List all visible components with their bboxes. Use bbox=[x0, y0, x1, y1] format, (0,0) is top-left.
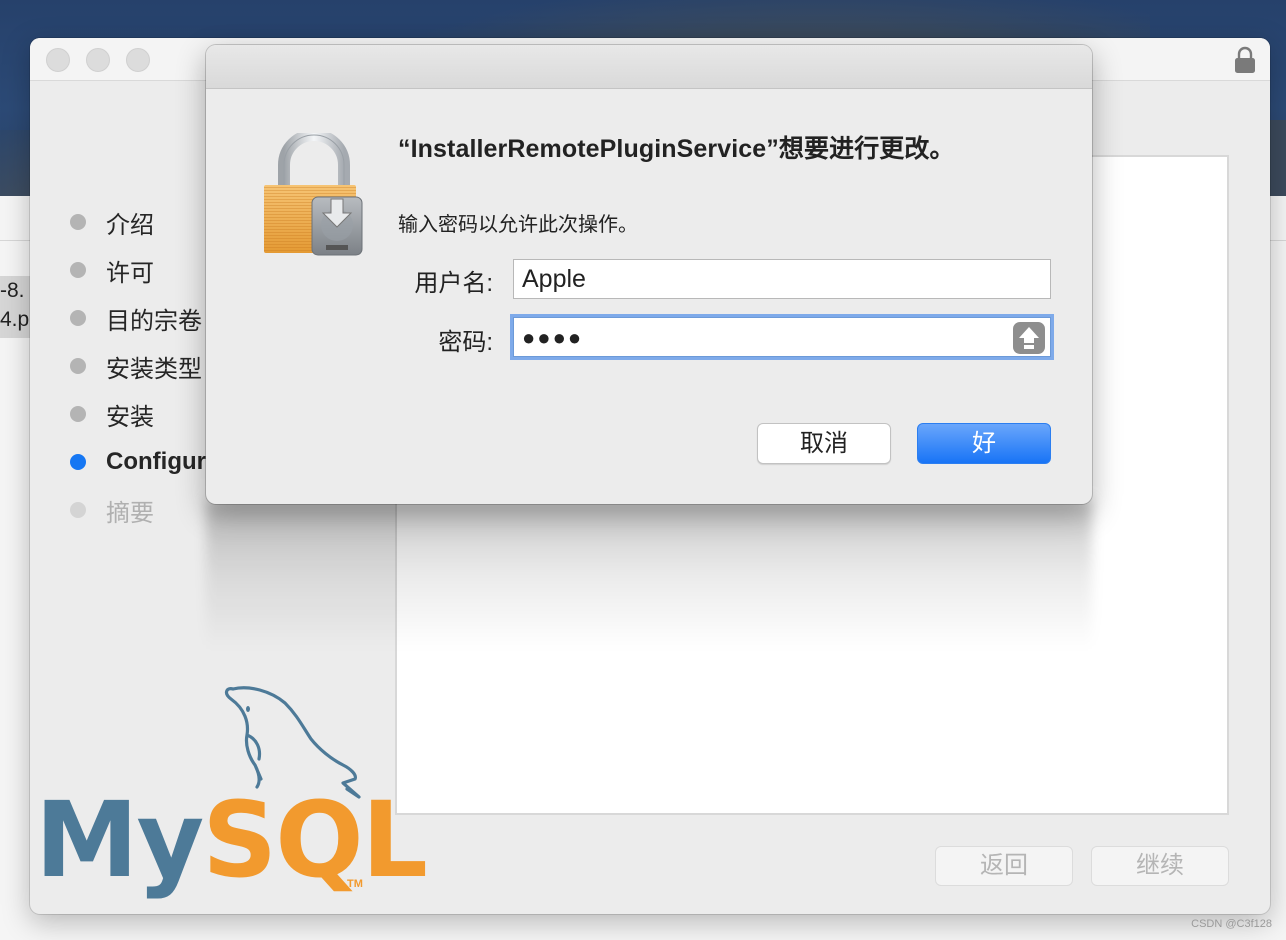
dialog-shadow bbox=[206, 500, 1092, 650]
step-status-dot bbox=[70, 310, 86, 326]
mysql-wordmark-sql: SQL bbox=[202, 779, 428, 901]
step-label: 安装类型 bbox=[106, 355, 202, 383]
authorization-dialog: “InstallerRemotePluginService”想要进行更改。 输入… bbox=[206, 45, 1092, 504]
username-field[interactable]: Apple bbox=[513, 259, 1051, 299]
lock-icon bbox=[1235, 46, 1255, 73]
close-window-button[interactable] bbox=[46, 48, 70, 72]
mysql-wordmark: MySQL bbox=[35, 788, 428, 892]
trademark-mark: TM bbox=[347, 878, 363, 890]
username-label: 用户名: bbox=[414, 270, 493, 297]
background-file-item[interactable]: -8. 4.p bbox=[0, 276, 30, 338]
step-status-dot bbox=[70, 454, 86, 470]
cancel-button[interactable]: 取消 bbox=[757, 423, 891, 464]
step-label: 目的宗卷 bbox=[106, 307, 202, 335]
back-button[interactable]: 返回 bbox=[935, 846, 1073, 886]
mysql-logo: MySQL TM bbox=[35, 683, 428, 913]
step-status-dot bbox=[70, 406, 86, 422]
step-label: 摘要 bbox=[106, 499, 154, 527]
dialog-message: 输入密码以允许此次操作。 bbox=[398, 214, 638, 236]
caps-lock-icon bbox=[1013, 322, 1045, 354]
ok-button[interactable]: 好 bbox=[917, 423, 1051, 464]
padlock-installer-icon bbox=[264, 133, 363, 256]
continue-button[interactable]: 继续 bbox=[1091, 846, 1229, 886]
step-label: 安装 bbox=[106, 403, 154, 431]
dialog-titlebar bbox=[206, 45, 1092, 89]
zoom-window-button[interactable] bbox=[126, 48, 150, 72]
watermark: CSDN @C3f128 bbox=[1191, 918, 1272, 930]
step-status-dot bbox=[70, 358, 86, 374]
minimize-window-button[interactable] bbox=[86, 48, 110, 72]
step-label: 介绍 bbox=[106, 211, 154, 239]
password-field[interactable]: ●●●● bbox=[513, 317, 1051, 357]
step-status-dot bbox=[70, 214, 86, 230]
username-value: Apple bbox=[522, 265, 586, 293]
step-status-dot bbox=[70, 262, 86, 278]
file-name-line-2: 4.p bbox=[0, 308, 30, 331]
dialog-title: “InstallerRemotePluginService”想要进行更改。 bbox=[398, 135, 955, 163]
password-value: ●●●● bbox=[522, 325, 584, 350]
file-name-line-1: -8. bbox=[0, 279, 25, 302]
step-status-dot bbox=[70, 502, 86, 518]
mysql-wordmark-my: My bbox=[35, 779, 204, 901]
step-label: 许可 bbox=[106, 259, 154, 287]
password-label: 密码: bbox=[438, 329, 493, 356]
